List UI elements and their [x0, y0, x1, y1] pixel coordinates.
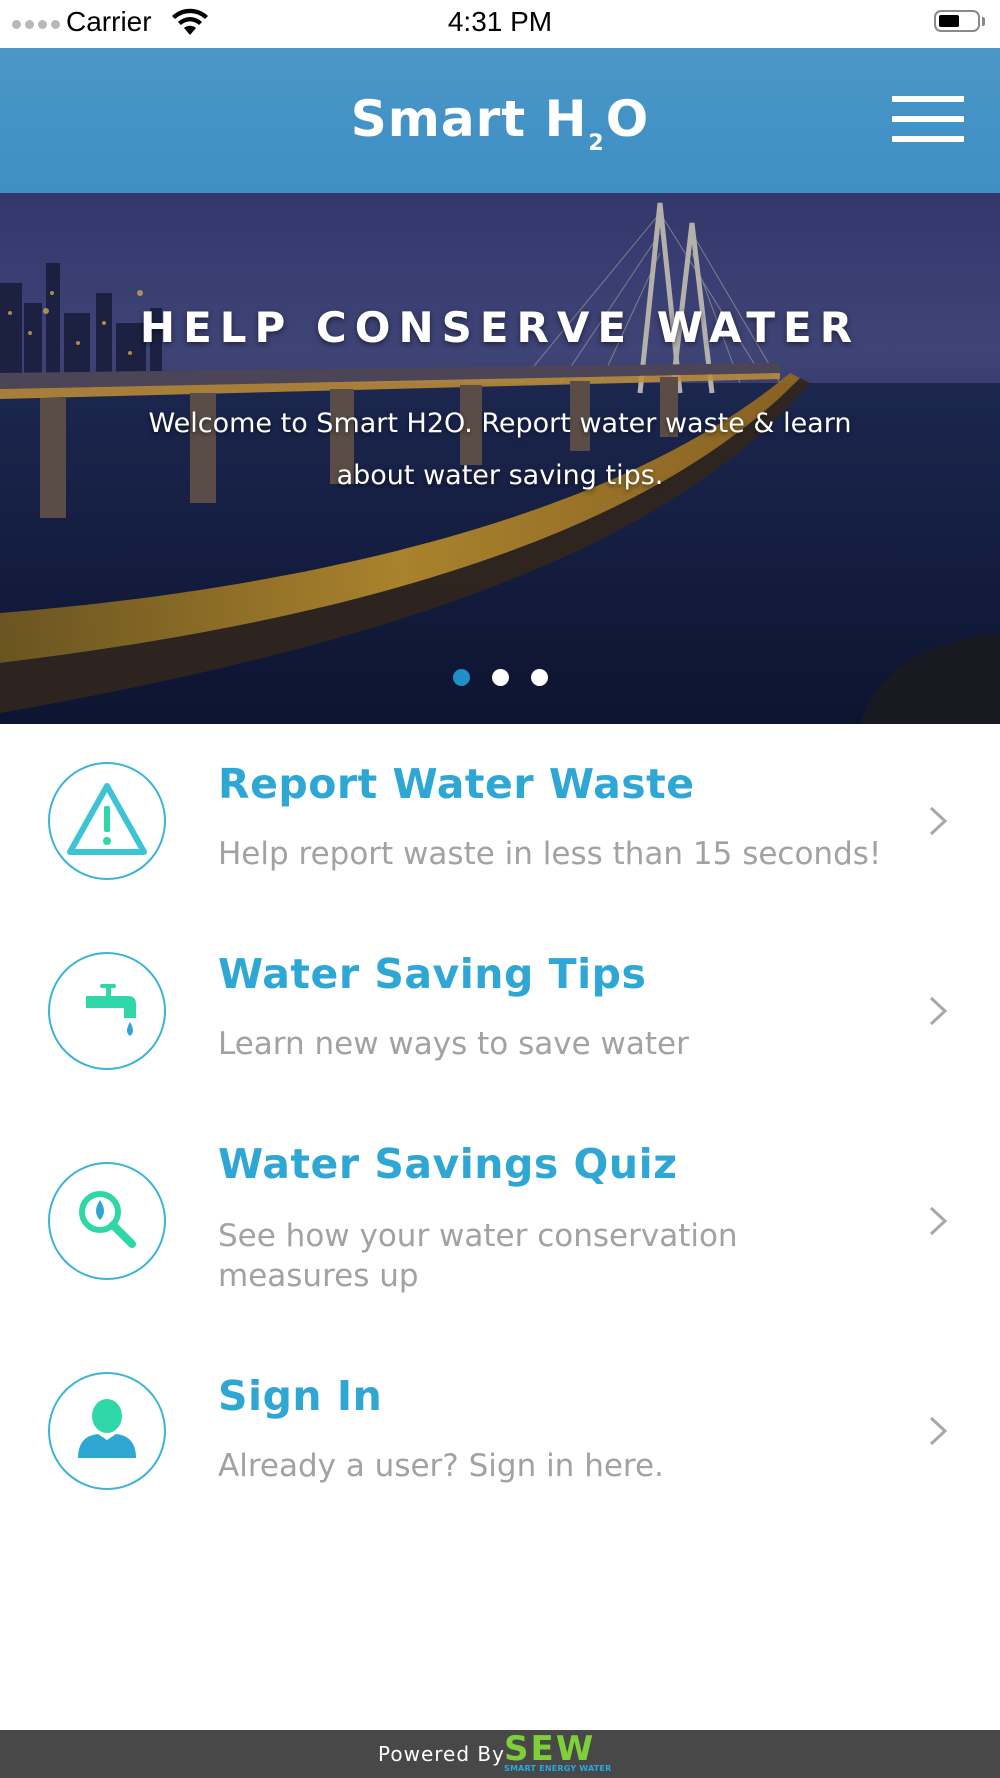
menu-item-report-water-waste[interactable]: Report Water Waste Help report waste in … [0, 724, 1000, 914]
hero-carousel[interactable]: HELP CONSERVE WATER Welcome to Smart H2O… [0, 193, 1000, 724]
menu-item-description: Already a user? Sign in here. [218, 1448, 664, 1484]
sew-logo: SEW SMART ENERGY WATER [504, 1729, 624, 1773]
app-title-end: O [605, 90, 650, 148]
app-header: Smart H2O [0, 48, 1000, 193]
app-screen: Carrier 4:31 PM Smart H2O HELP CONSERVE … [0, 0, 1000, 1778]
user-icon [48, 1372, 166, 1490]
status-bar: Carrier 4:31 PM [0, 0, 1000, 48]
menu-item-description: Learn new ways to save water [218, 1026, 689, 1062]
hero-subtitle: Welcome to Smart H2O. Report water waste… [148, 408, 852, 491]
carousel-dot-1[interactable] [452, 669, 470, 686]
chevron-right-icon [929, 1416, 948, 1446]
chevron-right-icon [929, 806, 948, 836]
carousel-dot-3[interactable] [530, 669, 548, 686]
battery-icon [934, 10, 986, 34]
carousel-pagination [0, 669, 1000, 686]
app-title-main: Smart H [350, 90, 588, 148]
chevron-right-icon [929, 1206, 948, 1236]
app-title-subscript: 2 [588, 131, 605, 156]
menu-item-title: Water Savings Quiz [218, 1140, 678, 1188]
menu-item-description: See how your water conservation measures… [218, 1218, 738, 1294]
menu-item-title: Sign In [218, 1372, 383, 1420]
menu-item-title: Report Water Waste [218, 760, 695, 808]
menu-item-sign-in[interactable]: Sign In Already a user? Sign in here. [0, 1332, 1000, 1522]
menu-item-description: Help report waste in less than 15 second… [218, 836, 882, 872]
sew-logo-text: SEW [504, 1734, 595, 1764]
footer-bar: Powered By SEW SMART ENERGY WATER [0, 1729, 1000, 1778]
sew-logo-mark: SEW [504, 1729, 595, 1769]
chevron-right-icon [929, 996, 948, 1026]
hero-title: HELP CONSERVE WATER [139, 303, 861, 352]
water-faucet-icon [48, 952, 166, 1070]
status-time: 4:31 PM [447, 6, 553, 37]
sew-logo-tagline: SMART ENERGY WATER [504, 1764, 612, 1773]
carousel-dot-2[interactable] [491, 669, 509, 686]
warning-triangle-icon [48, 762, 166, 880]
menu-item-water-savings-quiz[interactable]: Water Savings Quiz See how your water co… [0, 1104, 1000, 1332]
powered-by-label: Powered By [378, 1742, 505, 1766]
menu-item-title: Water Saving Tips [218, 950, 647, 998]
magnifier-droplet-icon [48, 1162, 166, 1280]
menu-item-water-saving-tips[interactable]: Water Saving Tips Learn new ways to save… [0, 914, 1000, 1104]
app-title: Smart H2O [0, 90, 1000, 156]
hamburger-menu-icon[interactable] [892, 96, 964, 142]
